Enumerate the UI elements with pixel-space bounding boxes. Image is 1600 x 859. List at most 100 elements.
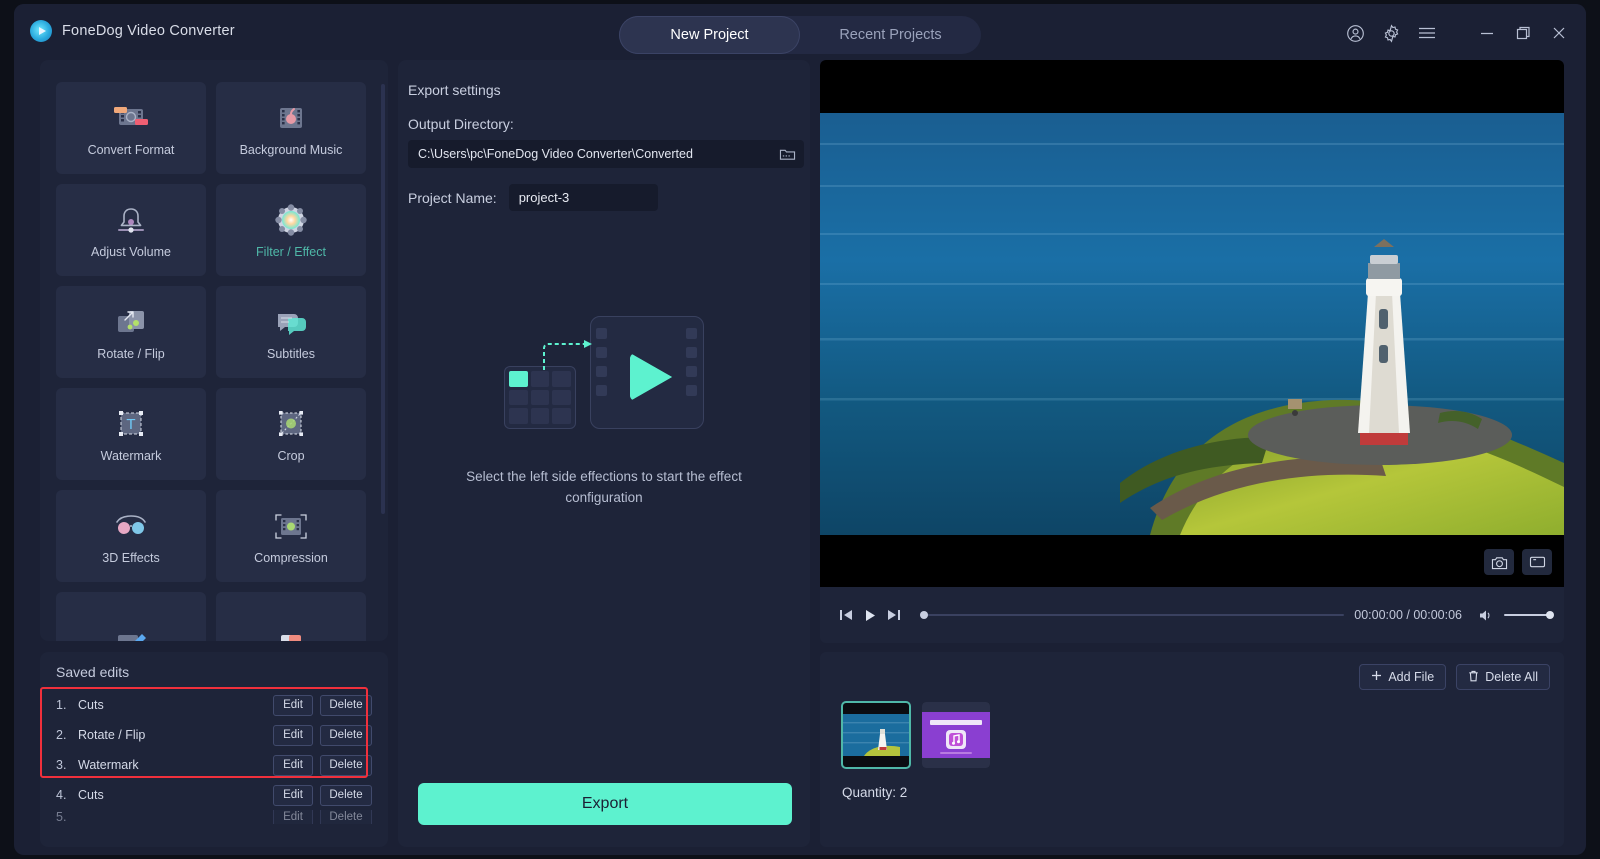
lighthouse-video-thumbnail[interactable] <box>841 701 911 769</box>
edit-button[interactable]: Edit <box>273 784 313 806</box>
minimize-icon[interactable] <box>1476 22 1498 44</box>
video-canvas[interactable] <box>820 60 1564 587</box>
effects-placeholder: Select the left side effections to start… <box>398 316 810 508</box>
tool-convert-format[interactable]: Convert Format <box>56 82 206 174</box>
lighthouse-video-frame <box>820 113 1564 535</box>
volume-icon[interactable] <box>1474 603 1498 627</box>
edit-button[interactable]: Edit <box>273 754 313 776</box>
project-name-row: Project Name: project-3 <box>408 184 658 211</box>
export-settings-panel: Export settings Output Directory: C:\Use… <box>398 60 810 847</box>
camera-snapshot-icon[interactable] <box>1484 549 1514 575</box>
window-controls <box>1344 22 1570 44</box>
row-name: Cuts <box>78 698 104 712</box>
preview-overlay-buttons <box>1484 549 1552 575</box>
skip-previous-icon[interactable] <box>834 603 858 627</box>
placeholder-dots-right <box>686 328 697 404</box>
delete-button[interactable]: Delete <box>320 784 372 806</box>
volume-track[interactable] <box>1504 611 1554 619</box>
tool-partial-left[interactable] <box>56 592 206 641</box>
delete-button[interactable]: Delete <box>320 694 372 716</box>
tools-panel: Convert Format Background Music Adjust V… <box>40 60 388 641</box>
tool-label: Convert Format <box>87 143 175 157</box>
delete-all-button[interactable]: Delete All <box>1456 664 1550 690</box>
play-circle-logo-icon <box>30 20 52 42</box>
row-number: 3. <box>56 758 67 772</box>
plus-icon <box>1371 670 1382 684</box>
adjust-volume-icon <box>109 201 153 239</box>
svg-text:T: T <box>126 416 135 433</box>
tool-label: Filter / Effect <box>256 245 326 259</box>
placeholder-arrow-icon <box>543 340 592 370</box>
account-icon[interactable] <box>1344 22 1366 44</box>
timecode-label: 00:00:00 / 00:00:06 <box>1354 608 1462 622</box>
add-file-button[interactable]: Add File <box>1359 664 1447 690</box>
player-controls: 00:00:00 / 00:00:06 <box>820 587 1564 643</box>
skip-next-icon[interactable] <box>882 603 906 627</box>
close-icon[interactable] <box>1548 22 1570 44</box>
trash-icon <box>1468 670 1479 685</box>
tools-grid: Convert Format Background Music Adjust V… <box>56 82 380 641</box>
tool-label: Watermark <box>100 449 162 463</box>
export-settings-title: Export settings <box>408 82 501 98</box>
output-directory-field[interactable]: C:\Users\pc\FoneDog Video Converter\Conv… <box>408 140 804 168</box>
files-actions: Add File Delete All <box>1359 664 1550 690</box>
row-number: 1. <box>56 698 67 712</box>
tool-3d-effects[interactable]: 3D Effects <box>56 490 206 582</box>
seek-track <box>920 614 1345 616</box>
seek-bar[interactable] <box>920 607 1345 623</box>
tool-watermark[interactable]: T Watermark <box>56 388 206 480</box>
effects-placeholder-illustration <box>504 316 704 444</box>
project-tabs: New Project Recent Projects <box>619 16 981 54</box>
tool-label: Background Music <box>239 143 343 157</box>
row-number: 4. <box>56 788 67 802</box>
tool-subtitles[interactable]: Subtitles <box>216 286 366 378</box>
gear-icon[interactable] <box>1380 22 1402 44</box>
subtitles-icon <box>269 303 313 341</box>
application-window: FoneDog Video Converter New Project Rece… <box>14 4 1586 855</box>
tool-adjust-volume[interactable]: Adjust Volume <box>56 184 206 276</box>
saved-edits-title: Saved edits <box>56 664 130 680</box>
convert-format-icon <box>109 99 153 137</box>
row-name: Cuts <box>78 788 104 802</box>
edit-button[interactable]: Edit <box>273 694 313 716</box>
tool-partial-right[interactable] <box>216 592 366 641</box>
delete-button[interactable]: Delete <box>320 810 372 824</box>
tool-crop[interactable]: Crop <box>216 388 366 480</box>
tab-recent-projects[interactable]: Recent Projects <box>800 16 981 54</box>
maximize-icon[interactable] <box>1512 22 1534 44</box>
tab-new-project[interactable]: New Project <box>619 16 800 54</box>
tool-filter-effect[interactable]: Filter / Effect <box>216 184 366 276</box>
edit-button[interactable]: Edit <box>273 810 313 824</box>
saved-edit-row-4: 4. Cuts Edit Delete <box>50 780 378 810</box>
volume-knob[interactable] <box>1546 611 1554 619</box>
play-icon[interactable] <box>858 603 882 627</box>
thumbnail-list <box>841 701 990 769</box>
tool-compression[interactable]: Compression <box>216 490 366 582</box>
edit-button[interactable]: Edit <box>273 724 313 746</box>
delete-button[interactable]: Delete <box>320 724 372 746</box>
tools-scrollbar[interactable] <box>381 84 385 514</box>
placeholder-text: Select the left side effections to start… <box>466 469 742 505</box>
seek-knob[interactable] <box>920 611 928 619</box>
folder-browse-icon[interactable] <box>770 147 804 162</box>
brand: FoneDog Video Converter <box>30 20 235 42</box>
tool-background-music[interactable]: Background Music <box>216 82 366 174</box>
volume-control[interactable] <box>1474 603 1554 627</box>
hamburger-menu-icon[interactable] <box>1416 22 1438 44</box>
music-file-thumbnail[interactable] <box>922 702 990 768</box>
placeholder-grid <box>504 366 576 429</box>
saved-edits-list: 1. Cuts Edit Delete 2. Rotate / Flip Edi… <box>50 690 378 824</box>
files-panel: Add File Delete All Quantity: 2 <box>820 652 1564 847</box>
delete-button[interactable]: Delete <box>320 754 372 776</box>
app-title: FoneDog Video Converter <box>62 23 235 39</box>
crop-icon <box>269 405 313 443</box>
project-name-input[interactable]: project-3 <box>508 184 658 211</box>
saved-edit-row-5-partial: 5. Edit Delete <box>50 810 378 824</box>
tool-rotate-flip[interactable]: Rotate / Flip <box>56 286 206 378</box>
aspect-ratio-icon[interactable] <box>1522 549 1552 575</box>
export-button[interactable]: Export <box>418 783 792 825</box>
tool-label: Adjust Volume <box>91 245 171 259</box>
tool-label: Compression <box>254 551 328 565</box>
tool-label: Subtitles <box>267 347 315 361</box>
background-music-icon <box>269 99 313 137</box>
